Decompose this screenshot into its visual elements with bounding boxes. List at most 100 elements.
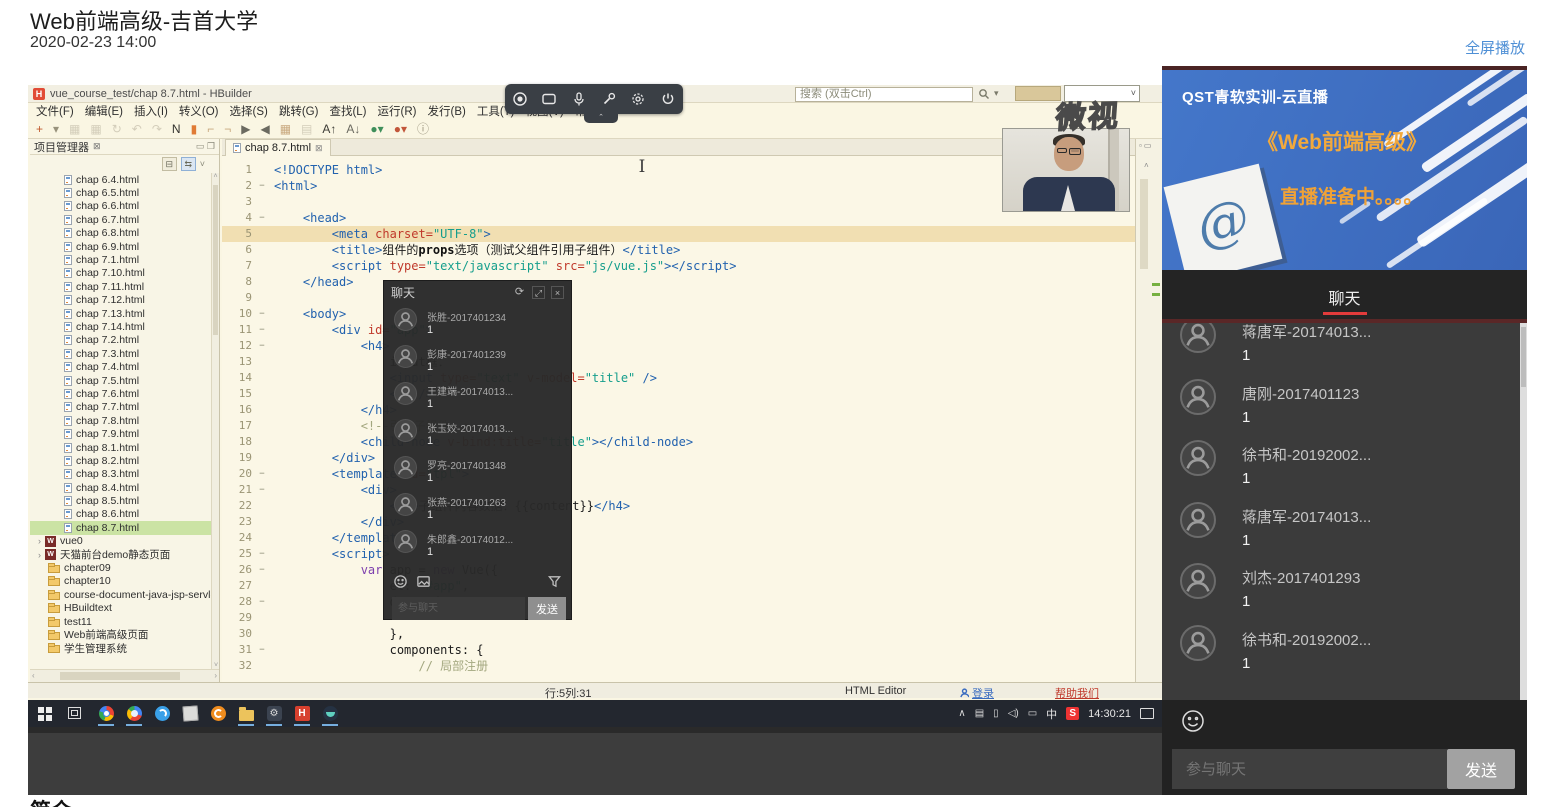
search-options-caret-icon[interactable]: ▾ [994, 88, 999, 99]
tree-item[interactable]: chap 7.4.html [30, 360, 211, 373]
twisty-icon[interactable]: › [38, 550, 41, 560]
sogou-ime-icon[interactable]: S [1066, 707, 1079, 720]
help-link[interactable]: 帮助我们 [1055, 685, 1099, 701]
font-increase-icon[interactable]: A↑ [322, 123, 336, 135]
editor-right-ruler[interactable]: ▫▭ ˄ [1135, 139, 1162, 682]
expand-icon[interactable]: ⤢ [532, 286, 545, 299]
record-icon[interactable] [510, 89, 530, 109]
screen-share-icon[interactable] [539, 89, 559, 109]
scroll-right-icon[interactable]: › [214, 671, 217, 680]
overlay-send-button[interactable]: 发送 [528, 597, 566, 620]
filter-icon[interactable] [547, 574, 562, 589]
tree-item[interactable]: chap 6.4.html [30, 173, 211, 186]
chat-tab[interactable]: 聊天 [1328, 285, 1360, 309]
scrollbar-thumb[interactable] [213, 185, 218, 335]
scrollbar-thumb[interactable] [1521, 327, 1526, 387]
tree-item[interactable]: chap 7.12.html [30, 294, 211, 307]
tree-item[interactable]: chap 7.9.html [30, 427, 211, 440]
save-icon[interactable]: ▦ [69, 123, 80, 135]
tree-item[interactable]: ›Wvue0 [30, 535, 211, 548]
tree-item[interactable]: chap 7.14.html [30, 320, 211, 333]
tree-vertical-scrollbar[interactable]: ˄˅ [211, 173, 219, 669]
emoji-icon[interactable] [1180, 708, 1206, 734]
tree-item[interactable]: chapter09 [30, 561, 211, 574]
tree-item[interactable]: ›W天猫前台demo静态页面 [30, 548, 211, 561]
tree-item[interactable]: 学生管理系统 [30, 642, 211, 655]
new-file-icon[interactable]: + [36, 123, 43, 135]
close-icon[interactable]: × [551, 286, 564, 299]
overlay-chat-input[interactable] [392, 597, 525, 620]
tree-item[interactable]: chap 7.10.html [30, 267, 211, 280]
menu-item-6[interactable]: 查找(L) [329, 103, 366, 119]
scroll-down-icon[interactable]: ˅ [214, 662, 218, 669]
fold-icon[interactable]: − [256, 482, 268, 498]
tab-chap-8-7[interactable]: chap 8.7.html ⊠ [225, 139, 331, 156]
tree-item[interactable]: chap 6.5.html [30, 186, 211, 199]
fold-icon[interactable]: − [256, 466, 268, 482]
video-player[interactable]: H vue_course_test/chap 8.7.html - HBuild… [28, 66, 1162, 795]
run-icon[interactable]: ▶ [241, 123, 250, 135]
run-in-browser-icon[interactable]: ●▾ [370, 123, 383, 135]
panel-close-icon[interactable]: ⊠ [93, 141, 101, 152]
code-area[interactable]: I 1<!DOCTYPE html>2−<html>34− <head>5 <m… [222, 156, 1135, 682]
tree-item[interactable]: HBuildtext [30, 602, 211, 615]
sidebar-chat-messages[interactable]: 蒋唐军-20174013...1唐刚-20174011231徐书和-201920… [1162, 323, 1520, 700]
tree-item[interactable]: chap 7.13.html [30, 307, 211, 320]
menu-item-3[interactable]: 转义(O) [179, 103, 219, 119]
tray-monitor-icon[interactable]: ▭ [1028, 708, 1037, 719]
taskbar-app-chrome[interactable] [92, 700, 120, 727]
link-editor-button[interactable]: ⇆ [181, 157, 196, 171]
tray-chevron-up-icon[interactable]: ∧ [958, 708, 965, 719]
menu-item-5[interactable]: 跳转(G) [279, 103, 319, 119]
next-position-icon[interactable]: ¬ [224, 123, 231, 135]
tree-item[interactable]: chap 7.11.html [30, 280, 211, 293]
collapse-all-button[interactable]: ⊟ [162, 157, 177, 171]
annotation-mark[interactable] [1152, 293, 1160, 296]
tree-item[interactable]: chap 8.5.html [30, 494, 211, 507]
tree-item[interactable]: chap 7.7.html [30, 401, 211, 414]
scroll-left-icon[interactable]: ‹ [32, 671, 35, 680]
start-button[interactable] [38, 707, 44, 713]
tree-item[interactable]: test11 [30, 615, 211, 628]
tree-item[interactable]: Web前端高级页面 [30, 628, 211, 641]
taskbar-app-notes[interactable] [176, 700, 204, 727]
overlay-chat-header[interactable]: 聊天 ⟳ ⤢ × [384, 281, 571, 303]
tree-horizontal-scrollbar[interactable]: ‹› [30, 669, 219, 682]
fold-icon[interactable]: − [256, 210, 268, 226]
settings-icon[interactable] [628, 89, 648, 109]
tree-item[interactable]: chap 8.2.html [30, 454, 211, 467]
tools-icon[interactable] [599, 89, 619, 109]
panel-restore-icons[interactable]: ▫▭ [1139, 141, 1153, 150]
tree-item[interactable]: chap 8.3.html [30, 468, 211, 481]
tray-power-icon[interactable]: ▯ [993, 708, 999, 719]
tree-item[interactable]: chap 6.9.html [30, 240, 211, 253]
microphone-icon[interactable] [569, 89, 589, 109]
editor-scrollbar-thumb[interactable] [1140, 179, 1148, 269]
refresh-icon[interactable]: ↻ [112, 123, 122, 135]
font-decrease-icon[interactable]: A↓ [346, 123, 360, 135]
tree-item[interactable]: chap 8.6.html [30, 508, 211, 521]
tree-item[interactable]: chap 8.1.html [30, 441, 211, 454]
layout-icon[interactable]: ▦ [280, 123, 291, 135]
save-all-icon[interactable]: ▦ [90, 123, 101, 135]
prev-position-icon[interactable]: ⌐ [207, 123, 214, 135]
search-input[interactable]: 搜索 (双击Ctrl) [795, 87, 973, 102]
tree-item[interactable]: chap 8.4.html [30, 481, 211, 494]
fold-icon[interactable]: − [256, 594, 268, 610]
tree-item[interactable]: chap 7.5.html [30, 374, 211, 387]
fold-icon[interactable]: − [256, 178, 268, 194]
fold-icon[interactable]: − [256, 546, 268, 562]
annotation-mark[interactable] [1152, 283, 1160, 286]
stream-toolbar-collapse-tab[interactable]: ⌃ [584, 114, 618, 123]
menu-item-2[interactable]: 插入(I) [134, 103, 168, 119]
tree-item[interactable]: chap 7.6.html [30, 387, 211, 400]
taskbar-app-qq-browser[interactable] [148, 700, 176, 727]
tree-item[interactable]: chap 7.3.html [30, 347, 211, 360]
menu-item-1[interactable]: 编辑(E) [85, 103, 123, 119]
about-icon[interactable]: ⓘ [417, 123, 429, 135]
redo-icon[interactable]: ↷ [152, 123, 162, 135]
toolbar-extra-button[interactable] [1015, 86, 1061, 101]
taskbar-app-chrome-beta[interactable] [120, 700, 148, 727]
fold-icon[interactable]: − [256, 306, 268, 322]
menu-item-4[interactable]: 选择(S) [230, 103, 268, 119]
